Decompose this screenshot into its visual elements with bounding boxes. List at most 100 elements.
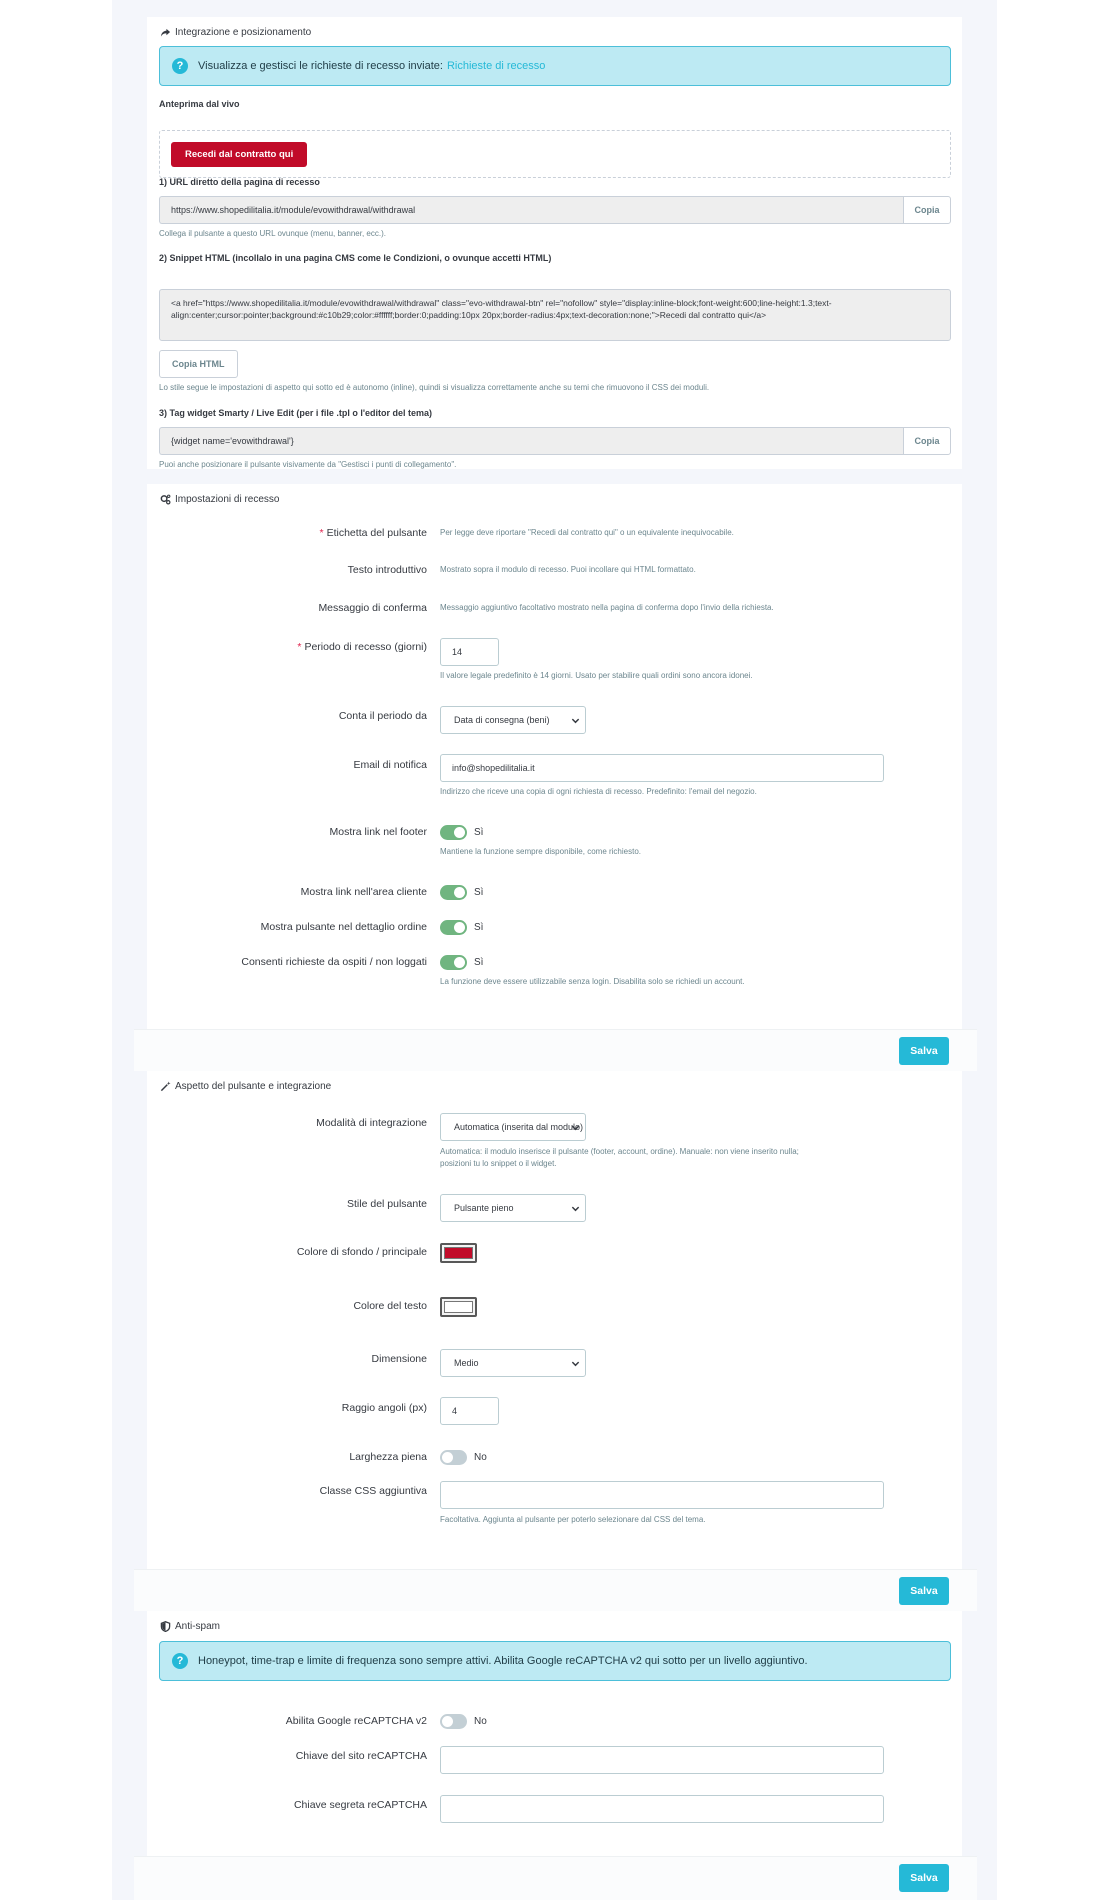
text-color-label: Colore del testo bbox=[353, 1300, 427, 1312]
customer-area-label: Mostra link nell'area cliente bbox=[300, 886, 427, 898]
antispam-alert: ? Honeypot, time-trap e limite di freque… bbox=[159, 1641, 951, 1681]
withdrawal-period-input[interactable]: 14 bbox=[440, 638, 499, 666]
withdrawal-requests-alert: ? Visualizza e gestisci le richieste di … bbox=[159, 46, 951, 86]
order-detail-toggle[interactable] bbox=[440, 920, 467, 935]
antispam-panel-footer: Salva bbox=[134, 1856, 977, 1900]
required-marker: * bbox=[297, 641, 302, 653]
order-detail-value: Sì bbox=[474, 922, 484, 933]
recaptcha-toggle[interactable] bbox=[440, 1714, 467, 1729]
footer-link-label: Mostra link nel footer bbox=[329, 826, 427, 838]
shield-icon bbox=[159, 1620, 171, 1632]
text-color-preview bbox=[444, 1301, 473, 1313]
secret-key-input[interactable] bbox=[440, 1795, 884, 1823]
chevron-down-icon bbox=[571, 1125, 580, 1131]
withdrawal-requests-link[interactable]: Richieste di recesso bbox=[447, 60, 545, 72]
confirm-message-label: Messaggio di conferma bbox=[318, 602, 427, 614]
appearance-heading-text: Aspetto del pulsante e integrazione bbox=[175, 1080, 332, 1092]
html-snippet-help: Lo stile segue le impostazioni di aspett… bbox=[159, 383, 710, 392]
intro-text-label: Testo introduttivo bbox=[347, 564, 427, 576]
integration-panel: Integrazione e posizionamento ? Visualiz… bbox=[147, 17, 962, 469]
bg-color-picker[interactable] bbox=[440, 1243, 477, 1263]
guests-label: Consenti richieste da ospiti / non logga… bbox=[241, 956, 427, 968]
footer-link-help: Mantiene la funzione sempre disponibile,… bbox=[440, 847, 641, 856]
css-class-help: Facoltativa. Aggiunta al pulsante per po… bbox=[440, 1515, 706, 1524]
count-from-select[interactable]: Data di consegna (beni) bbox=[440, 706, 586, 734]
notification-email-help: Indirizzo che riceve una copia di ogni r… bbox=[440, 787, 757, 796]
bg-color-label: Colore di sfondo / principale bbox=[296, 1246, 427, 1258]
integration-mode-help: Automatica: il modulo inserisce il pulsa… bbox=[440, 1147, 799, 1168]
button-style-select[interactable]: Pulsante pieno bbox=[440, 1194, 586, 1222]
order-detail-label: Mostra pulsante nel dettaglio ordine bbox=[260, 921, 427, 933]
guests-switch[interactable]: Sì bbox=[440, 955, 483, 970]
copy-url-button[interactable]: Copia bbox=[903, 196, 951, 224]
antispam-alert-text: Honeypot, time-trap e limite di frequenz… bbox=[198, 1655, 808, 1667]
antispam-heading-text: Anti-spam bbox=[175, 1620, 221, 1632]
full-width-value: No bbox=[474, 1452, 487, 1463]
copy-html-button[interactable]: Copia HTML bbox=[159, 350, 238, 378]
antispam-panel: Anti-spam ? Honeypot, time-trap e limite… bbox=[147, 1611, 962, 1856]
footer-link-toggle[interactable] bbox=[440, 825, 467, 840]
toggle-knob bbox=[442, 1716, 453, 1727]
order-detail-switch[interactable]: Sì bbox=[440, 920, 483, 935]
widget-tag-label: 3) Tag widget Smarty / Live Edit (per i … bbox=[159, 408, 433, 418]
save-antispam-button[interactable]: Salva bbox=[899, 1864, 949, 1892]
full-width-switch[interactable]: No bbox=[440, 1450, 487, 1465]
chevron-down-icon bbox=[571, 1206, 580, 1212]
toggle-knob bbox=[454, 827, 465, 838]
integration-mode-value: Automatica (inserita dal modulo) bbox=[454, 1122, 584, 1132]
customer-area-toggle[interactable] bbox=[440, 885, 467, 900]
customer-area-value: Sì bbox=[474, 887, 484, 898]
css-class-label: Classe CSS aggiuntiva bbox=[319, 1485, 427, 1497]
full-width-label: Larghezza piena bbox=[349, 1451, 427, 1463]
settings-panel-footer: Salva bbox=[134, 1029, 977, 1071]
html-snippet-code[interactable]: <a href="https://www.shopedilitalia.it/m… bbox=[159, 289, 951, 341]
direct-url-label: 1) URL diretto della pagina di recesso bbox=[159, 177, 320, 187]
button-label-help: Per legge deve riportare "Recedi dal con… bbox=[440, 528, 734, 537]
settings-heading-text: Impostazioni di recesso bbox=[175, 493, 280, 505]
appearance-panel-footer: Salva bbox=[134, 1569, 977, 1611]
direct-url-help: Collega il pulsante a questo URL ovunque… bbox=[159, 229, 386, 238]
recaptcha-switch[interactable]: No bbox=[440, 1714, 487, 1729]
footer-link-value: Sì bbox=[474, 827, 484, 838]
toggle-knob bbox=[454, 922, 465, 933]
withdrawal-period-label: * Periodo di recesso (giorni) bbox=[297, 641, 427, 653]
site-key-label: Chiave del sito reCAPTCHA bbox=[295, 1750, 427, 1762]
magic-wand-icon bbox=[159, 1080, 171, 1092]
customer-area-switch[interactable]: Sì bbox=[440, 885, 483, 900]
antispam-panel-heading: Anti-spam bbox=[159, 1620, 220, 1632]
question-icon: ? bbox=[172, 58, 188, 74]
toggle-knob bbox=[454, 887, 465, 898]
footer-link-switch[interactable]: Sì bbox=[440, 825, 483, 840]
alert-text: Visualizza e gestisci le richieste di re… bbox=[198, 60, 443, 72]
live-preview-box: Recedi dal contratto qui bbox=[159, 130, 951, 178]
button-style-label: Stile del pulsante bbox=[347, 1198, 427, 1210]
guests-value: Sì bbox=[474, 957, 484, 968]
corner-radius-input[interactable]: 4 bbox=[440, 1397, 499, 1425]
copy-widget-button[interactable]: Copia bbox=[903, 427, 951, 455]
size-label: Dimensione bbox=[371, 1353, 427, 1365]
button-label-label: * Etichetta del pulsante bbox=[319, 527, 428, 539]
appearance-panel: Aspetto del pulsante e integrazione Moda… bbox=[147, 1071, 962, 1569]
live-preview-label: Anteprima dal vivo bbox=[159, 99, 240, 109]
save-appearance-button[interactable]: Salva bbox=[899, 1577, 949, 1605]
notification-email-input[interactable]: info@shopedilitalia.it bbox=[440, 754, 884, 782]
share-icon bbox=[159, 26, 171, 38]
withdrawal-period-help: Il valore legale predefinito è 14 giorni… bbox=[440, 671, 753, 680]
direct-url-field[interactable]: https://www.shopedilitalia.it/module/evo… bbox=[159, 196, 903, 224]
css-class-input[interactable] bbox=[440, 1481, 884, 1509]
text-color-picker[interactable] bbox=[440, 1297, 477, 1317]
guests-toggle[interactable] bbox=[440, 955, 467, 970]
module-config-page: Integrazione e posizionamento ? Visualiz… bbox=[112, 0, 997, 1900]
size-value: Medio bbox=[454, 1358, 479, 1368]
canvas: Integrazione e posizionamento ? Visualiz… bbox=[0, 0, 1100, 1900]
size-select[interactable]: Medio bbox=[440, 1349, 586, 1377]
count-from-value: Data di consegna (beni) bbox=[454, 715, 550, 725]
integration-mode-select[interactable]: Automatica (inserita dal modulo) bbox=[440, 1113, 586, 1141]
save-settings-button[interactable]: Salva bbox=[899, 1037, 949, 1065]
site-key-input[interactable] bbox=[440, 1746, 884, 1774]
secret-key-label: Chiave segreta reCAPTCHA bbox=[293, 1799, 427, 1811]
direct-url-group: https://www.shopedilitalia.it/module/evo… bbox=[159, 196, 951, 224]
withdraw-preview-button[interactable]: Recedi dal contratto qui bbox=[171, 142, 308, 167]
widget-tag-field[interactable]: {widget name='evowithdrawal'} bbox=[159, 427, 903, 455]
full-width-toggle[interactable] bbox=[440, 1450, 467, 1465]
